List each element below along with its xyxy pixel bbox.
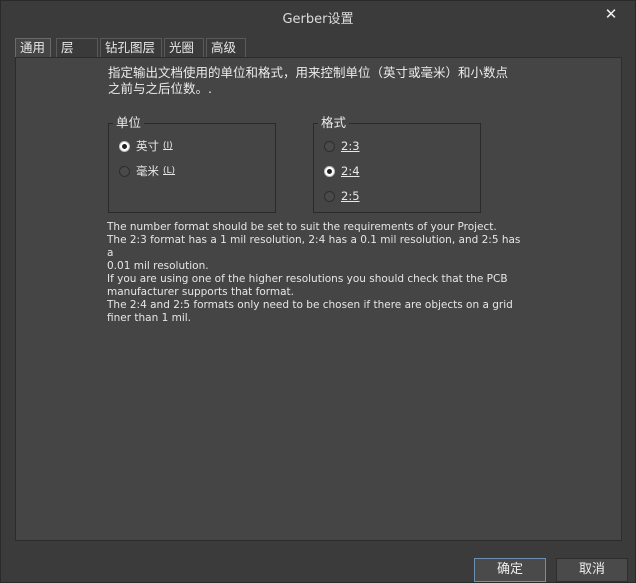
radio-format-2-4-label: 2:4: [341, 164, 360, 178]
tab-drill-drawing[interactable]: 钻孔图层: [100, 38, 162, 57]
general-tab-panel: 指定输出文档使用的单位和格式，用来控制单位（英寸或毫米）和小数点 之前与之后位数…: [15, 57, 622, 541]
format-group: 格式 2:3 2:4 2:5: [313, 115, 481, 213]
radio-format-2-4-indicator[interactable]: [324, 165, 335, 177]
ok-button[interactable]: 确定: [474, 558, 546, 582]
tab-advanced[interactable]: 高级: [206, 38, 246, 57]
units-group: 单位 英寸 (I) 毫米 (L): [108, 115, 276, 213]
units-group-title: 单位: [113, 115, 145, 131]
radio-format-2-3-indicator[interactable]: [324, 140, 335, 152]
radio-inches-accel: (I): [163, 141, 173, 151]
format-notes: The number format should be set to suit …: [107, 221, 527, 325]
notes-line-3: 0.01 mil resolution.: [107, 260, 209, 272]
radio-millimeters[interactable]: 毫米 (L): [119, 163, 175, 179]
tab-general[interactable]: 通用: [15, 38, 51, 58]
cancel-button[interactable]: 取消: [556, 558, 628, 582]
radio-format-2-5-indicator[interactable]: [324, 190, 335, 202]
radio-millimeters-accel: (L): [163, 166, 176, 176]
radio-format-2-5[interactable]: 2:5: [324, 188, 360, 204]
radio-inches-label: 英寸: [136, 139, 159, 153]
title-bar: Gerber设置 ✕: [1, 1, 635, 31]
radio-inches-indicator[interactable]: [119, 140, 130, 152]
radio-format-2-5-label: 2:5: [341, 189, 360, 203]
intro-line-2: 之前与之后位数。.: [108, 81, 212, 96]
notes-line-2: The 2:3 format has a 1 mil resolution, 2…: [107, 234, 521, 259]
intro-line-1: 指定输出文档使用的单位和格式，用来控制单位（英寸或毫米）和小数点: [108, 65, 509, 80]
notes-line-5: manufacturer supports that format.: [107, 286, 295, 298]
tab-apertures[interactable]: 光圈: [164, 38, 204, 57]
radio-format-2-3[interactable]: 2:3: [324, 138, 360, 154]
dialog-title: Gerber设置: [282, 12, 354, 27]
radio-inches[interactable]: 英寸 (I): [119, 138, 173, 154]
notes-line-6: The 2:4 and 2:5 formats only need to be …: [107, 299, 513, 311]
intro-text: 指定输出文档使用的单位和格式，用来控制单位（英寸或毫米）和小数点 之前与之后位数…: [108, 65, 548, 97]
gerber-settings-dialog: Gerber设置 ✕ 通用 层 钻孔图层 光圈 高级 指定输出文档使用的单位和格…: [0, 0, 636, 583]
close-icon[interactable]: ✕: [601, 4, 621, 24]
notes-line-4: If you are using one of the higher resol…: [107, 273, 508, 285]
radio-millimeters-indicator[interactable]: [119, 165, 130, 177]
notes-line-7: finer than 1 mil.: [107, 312, 191, 324]
radio-millimeters-label: 毫米: [136, 164, 159, 178]
radio-format-2-4[interactable]: 2:4: [324, 163, 360, 179]
radio-format-2-3-label: 2:3: [341, 139, 360, 153]
notes-line-1: The number format should be set to suit …: [107, 221, 497, 233]
format-group-title: 格式: [318, 115, 350, 131]
tab-layers[interactable]: 层: [56, 38, 98, 57]
